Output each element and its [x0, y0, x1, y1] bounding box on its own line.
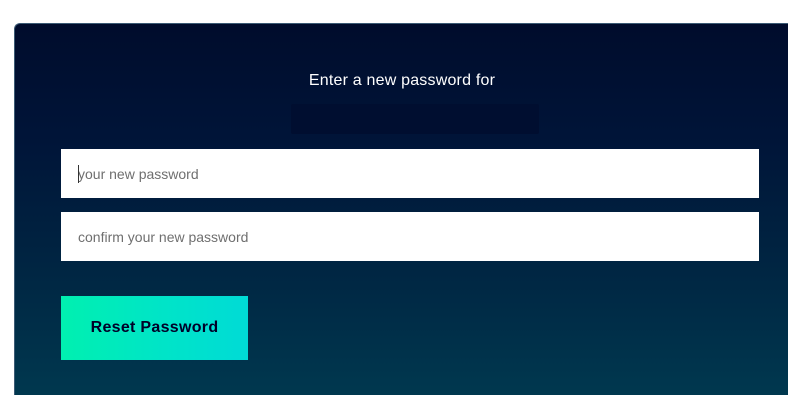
text-cursor [78, 165, 79, 183]
new-password-input[interactable] [61, 149, 759, 198]
confirm-password-input[interactable] [61, 212, 759, 261]
reset-password-page: Enter a new password for Reset Password [0, 0, 788, 395]
username-display [291, 104, 539, 134]
reset-password-button[interactable]: Reset Password [61, 296, 248, 360]
reset-password-panel: Enter a new password for Reset Password [14, 23, 788, 395]
page-title: Enter a new password for [308, 72, 496, 89]
